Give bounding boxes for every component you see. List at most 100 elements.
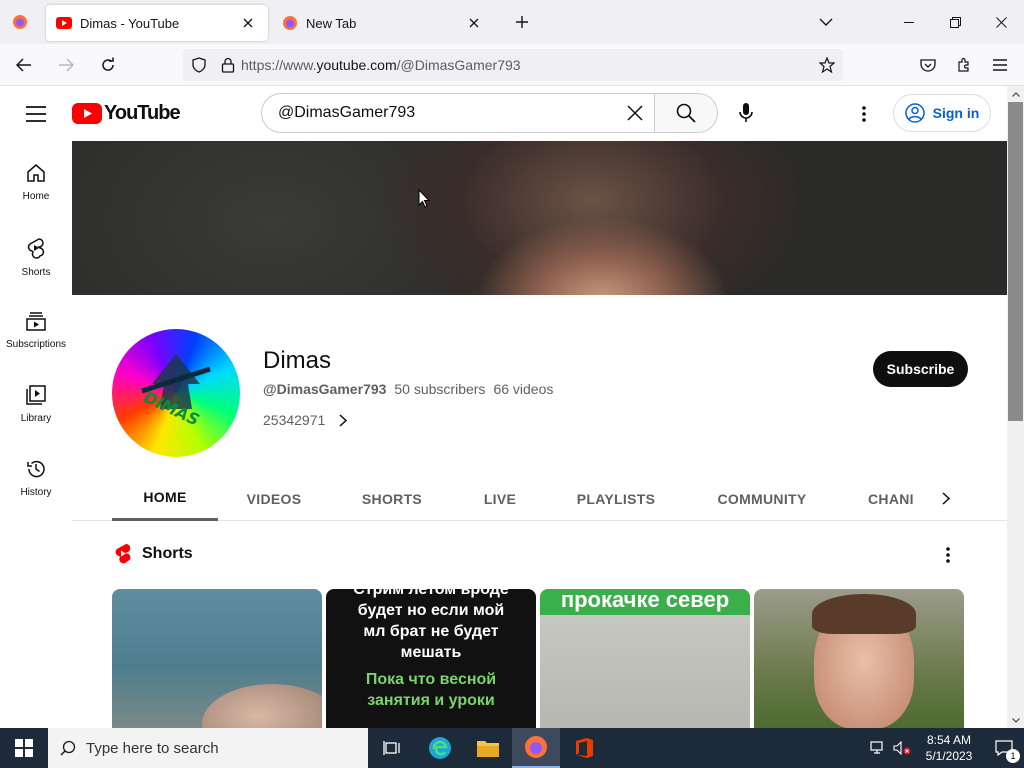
- tab-channels[interactable]: CHANI: [868, 476, 928, 521]
- pocket-icon: [920, 59, 936, 72]
- sign-in-button[interactable]: Sign in: [893, 94, 991, 132]
- guide-item-home[interactable]: Home: [0, 141, 72, 215]
- extensions-button[interactable]: [946, 49, 982, 81]
- taskbar-office[interactable]: [560, 728, 608, 768]
- volume-button[interactable]: [890, 728, 914, 768]
- network-icon: [870, 741, 883, 754]
- close-tab-icon[interactable]: [238, 13, 258, 33]
- browser-tab-strip: Dimas - YouTube New Tab: [0, 0, 1024, 44]
- arrow-left-icon: [16, 57, 31, 72]
- chevron-down-icon: [819, 18, 833, 26]
- browser-tab-newtab[interactable]: New Tab: [272, 5, 494, 41]
- back-button[interactable]: [6, 49, 42, 81]
- close-tab-icon[interactable]: [464, 13, 484, 33]
- short-thumbnail[interactable]: прокачке север: [540, 589, 750, 729]
- minimize-button[interactable]: [886, 0, 932, 44]
- taskbar-search-box[interactable]: Type here to search: [48, 728, 368, 768]
- tab-title: Dimas - YouTube: [80, 15, 180, 31]
- taskbar-firefox[interactable]: [512, 728, 560, 768]
- windows-logo-icon: [15, 739, 33, 757]
- guide-item-label: Shorts: [21, 267, 51, 278]
- tab-community[interactable]: COMMUNITY: [708, 476, 816, 521]
- video-count: 66 videos: [493, 381, 554, 397]
- forward-button[interactable]: [48, 49, 84, 81]
- thumbnail-caption: прокачке север: [540, 589, 750, 615]
- tab-videos[interactable]: VIDEOS: [232, 476, 316, 521]
- url-bar[interactable]: https://www.youtube.com/@DimasGamer793: [183, 49, 843, 81]
- guide-item-subscriptions[interactable]: Subscriptions: [0, 289, 72, 363]
- windows-taskbar: Type here to search 8:54 AM 5/1/2023 1: [0, 728, 1024, 768]
- restore-button[interactable]: [932, 0, 978, 44]
- minimize-icon: [904, 21, 914, 23]
- start-button[interactable]: [0, 728, 48, 768]
- thumbnail-text-line: будет но если мой: [357, 602, 505, 619]
- subscriptions-icon: [26, 312, 46, 331]
- channel-avatar: DIMAS: [112, 329, 240, 457]
- arrow-right-icon: [59, 57, 74, 72]
- search-icon: [60, 740, 76, 756]
- notification-center-button[interactable]: 1: [984, 728, 1024, 768]
- page-scrollbar[interactable]: [1007, 86, 1024, 728]
- pocket-button[interactable]: [910, 49, 946, 81]
- short-thumbnail[interactable]: Стрим летом вроде будет но если мой мл б…: [326, 589, 536, 729]
- close-window-button[interactable]: [978, 0, 1024, 44]
- short-thumbnail[interactable]: [754, 589, 964, 729]
- tab-live[interactable]: LIVE: [468, 476, 532, 521]
- shorts-shelf-title: Shorts: [142, 545, 193, 562]
- taskbar-clock[interactable]: 8:54 AM 5/1/2023: [914, 732, 984, 764]
- channel-description[interactable]: 25342971: [263, 412, 348, 428]
- bookmark-star-icon[interactable]: [819, 57, 835, 73]
- url-text[interactable]: https://www.youtube.com/@DimasGamer793: [241, 57, 521, 73]
- guide-item-label: Subscriptions: [5, 339, 67, 350]
- search-button[interactable]: [654, 93, 718, 133]
- list-all-tabs-button[interactable]: [812, 8, 840, 36]
- browser-navbar: https://www.youtube.com/@DimasGamer793: [0, 44, 1024, 86]
- subscribe-button[interactable]: Subscribe: [873, 351, 968, 387]
- guide-item-label: Home: [22, 191, 50, 202]
- scroll-thumb[interactable]: [1008, 102, 1023, 421]
- clear-search-button[interactable]: [615, 94, 655, 132]
- scroll-down-button[interactable]: [1007, 712, 1024, 728]
- taskbar-file-explorer[interactable]: [464, 728, 512, 768]
- lock-icon[interactable]: [221, 57, 235, 73]
- firefox-icon: [283, 16, 297, 30]
- search-input[interactable]: @DimasGamer793: [261, 93, 655, 133]
- youtube-logo[interactable]: YouTube: [72, 102, 181, 125]
- reload-icon: [102, 57, 114, 71]
- sign-in-label: Sign in: [932, 105, 980, 121]
- guide-item-shorts[interactable]: Shorts: [0, 215, 72, 289]
- new-tab-button[interactable]: [504, 4, 540, 40]
- tabs-scroll-right-button[interactable]: [930, 484, 962, 512]
- guide-menu-button[interactable]: [20, 100, 52, 128]
- thumbnail-text-line: Стрим летом вроде: [353, 589, 509, 598]
- shield-icon[interactable]: [191, 57, 207, 73]
- chevron-right-icon: [339, 413, 348, 427]
- thumbnail-text-line: Пока что весной: [365, 671, 497, 688]
- close-icon: [627, 105, 643, 121]
- network-button[interactable]: [866, 728, 890, 768]
- tab-shorts[interactable]: SHORTS: [350, 476, 434, 521]
- mouse-cursor-icon: [418, 189, 430, 208]
- settings-more-button[interactable]: [848, 96, 880, 132]
- voice-search-button[interactable]: [726, 93, 766, 133]
- thumbnail-text-line: мл брат не будет: [363, 623, 499, 640]
- task-view-button[interactable]: [368, 728, 416, 768]
- short-thumbnail[interactable]: [112, 589, 322, 729]
- reload-button[interactable]: [90, 49, 126, 81]
- home-icon: [27, 164, 45, 182]
- search-query[interactable]: @DimasGamer793: [278, 104, 615, 122]
- shelf-more-button[interactable]: [936, 543, 960, 567]
- firefox-view-button[interactable]: [0, 0, 40, 44]
- browser-tab-youtube[interactable]: Dimas - YouTube: [46, 5, 268, 41]
- guide-item-library[interactable]: Library: [0, 363, 72, 437]
- app-menu-button[interactable]: [982, 49, 1018, 81]
- tab-playlists[interactable]: PLAYLISTS: [568, 476, 664, 521]
- shorts-icon: [27, 238, 45, 259]
- shorts-shelf-header: Shorts: [114, 543, 193, 565]
- guide-item-history[interactable]: History: [0, 437, 72, 511]
- more-vertical-icon: [946, 547, 950, 563]
- scroll-up-button[interactable]: [1007, 86, 1024, 102]
- taskbar-edge[interactable]: [416, 728, 464, 768]
- chevron-up-icon: [1011, 91, 1020, 97]
- tab-home[interactable]: HOME: [112, 476, 218, 521]
